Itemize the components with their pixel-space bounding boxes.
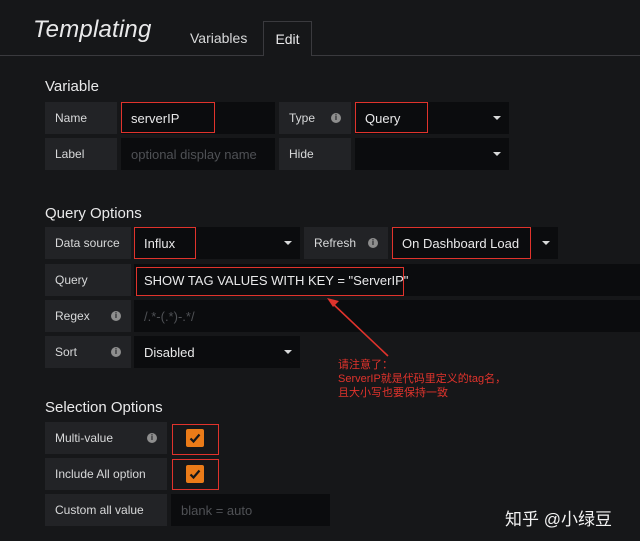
- annotation-line-1: 请注意了：: [338, 359, 393, 371]
- watermark: 知乎 @小绿豆: [505, 510, 612, 529]
- annotation-line-3: 且大小写也要保持一致: [338, 387, 448, 399]
- red-arrow: [327, 298, 389, 357]
- annotation-note: 请注意了： ServerIP就是代码里定义的tag名， 且大小写也要保持一致: [338, 358, 506, 400]
- annotation-line-2: ServerIP就是代码里定义的tag名，: [338, 373, 507, 385]
